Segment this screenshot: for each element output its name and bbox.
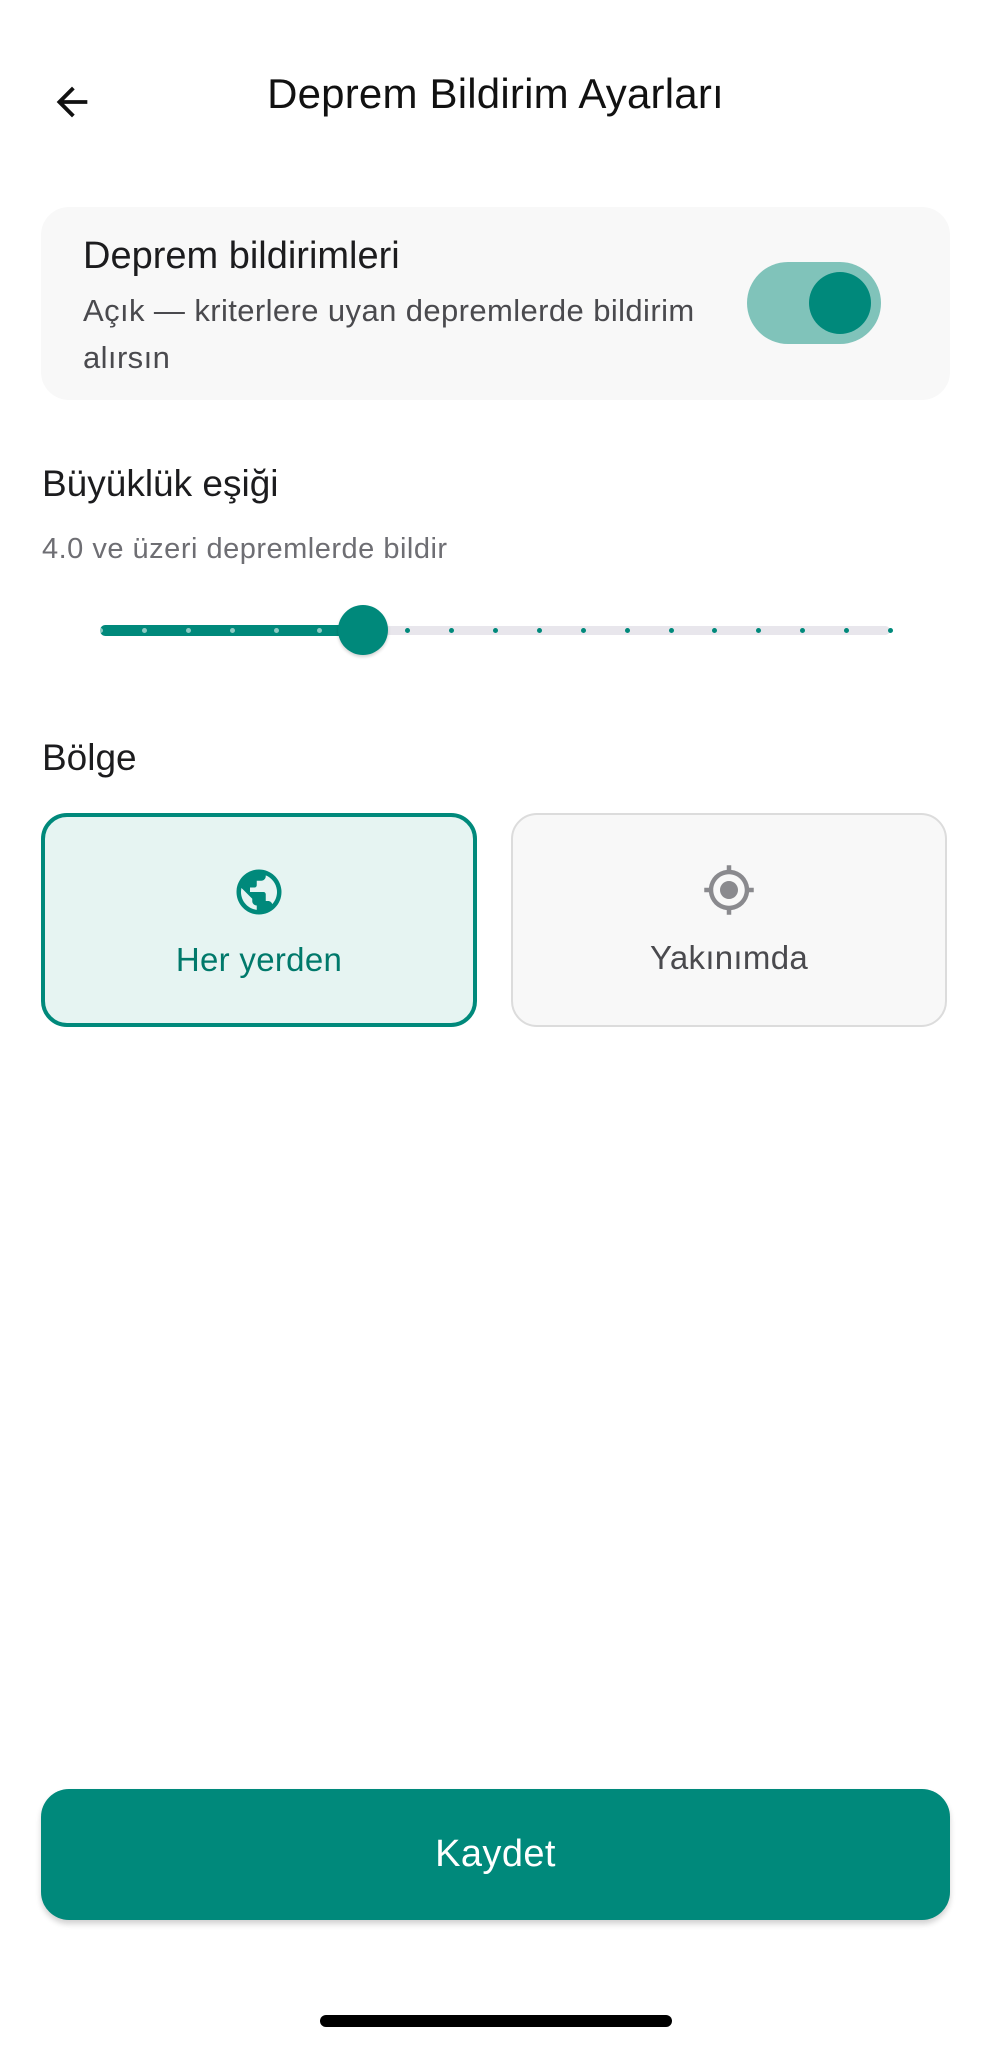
- slider-tick: [98, 628, 103, 633]
- magnitude-section-title: Büyüklük eşiği: [42, 463, 279, 504]
- slider-tick: [888, 628, 893, 633]
- globe-icon: [232, 865, 286, 919]
- magnitude-slider[interactable]: [98, 605, 893, 655]
- notifications-description: Açık — kriterlere uyan depremlerde bildi…: [83, 293, 695, 375]
- notifications-toggle[interactable]: [747, 262, 881, 344]
- slider-tick: [229, 628, 235, 633]
- region-option-label: Yakınımda: [650, 939, 808, 976]
- region-option-nearby[interactable]: Yakınımda: [511, 813, 947, 1027]
- magnitude-description: 4.0 ve üzeri depremlerde bildir: [42, 533, 448, 565]
- save-button[interactable]: Kaydet: [41, 1789, 950, 1920]
- slider-tick: [273, 628, 279, 633]
- notifications-card: Deprem bildirimleri Açık — kriterlere uy…: [41, 207, 950, 400]
- home-indicator[interactable]: [320, 2015, 672, 2027]
- region-option-label: Her yerden: [175, 941, 343, 978]
- my-location-icon: [702, 863, 756, 917]
- slider-tick: [493, 628, 498, 633]
- slider-tick: [185, 628, 191, 633]
- slider-thumb[interactable]: [338, 605, 389, 655]
- region-option-everywhere[interactable]: Her yerden: [41, 813, 477, 1027]
- notifications-title: Deprem bildirimleri: [83, 235, 400, 277]
- toggle-knob: [809, 272, 871, 334]
- page-title: Deprem Bildirim Ayarları: [267, 70, 724, 117]
- slider-tick: [624, 628, 630, 633]
- slider-tick: [141, 628, 147, 633]
- app-bar: Deprem Bildirim Ayarları: [0, 40, 991, 150]
- save-button-label: Kaydet: [435, 1833, 556, 1875]
- slider-tick: [668, 628, 674, 633]
- slider-tick: [536, 628, 542, 633]
- slider-tick: [580, 628, 586, 633]
- region-section-title: Bölge: [42, 737, 137, 778]
